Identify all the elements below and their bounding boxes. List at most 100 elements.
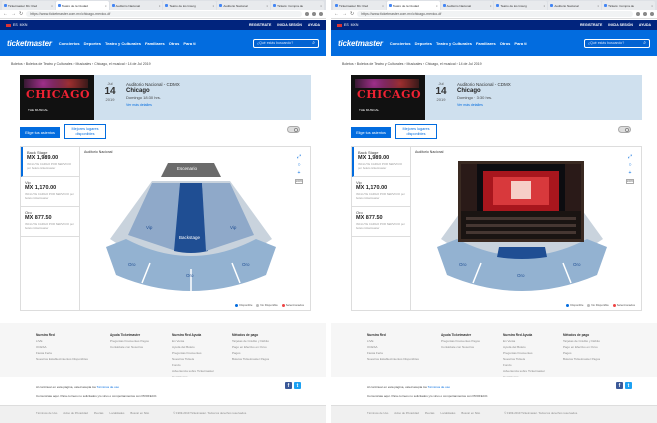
view-toggle[interactable] bbox=[618, 126, 631, 133]
reset-icon[interactable]: ○ bbox=[628, 163, 631, 168]
zoom-in-icon[interactable]: + bbox=[298, 171, 301, 176]
browser-tab[interactable]: Teatro de los Insurg × bbox=[163, 1, 217, 10]
menu-icon[interactable] bbox=[319, 12, 323, 16]
footer-bottom-link[interactable]: Puertas bbox=[94, 411, 104, 415]
footer-link[interactable]: Contáctate con Nosotros bbox=[110, 344, 149, 350]
footer-bottom-link[interactable]: Puertas bbox=[425, 411, 435, 415]
extension-icon[interactable] bbox=[636, 12, 640, 16]
close-icon[interactable]: × bbox=[597, 4, 599, 8]
footer-bottom-link[interactable]: Términos de Uso bbox=[36, 411, 57, 415]
forward-icon[interactable]: → bbox=[11, 11, 16, 17]
footer-link[interactable]: Boletos Ticketmaster Pagos bbox=[563, 356, 600, 362]
close-icon[interactable]: × bbox=[105, 4, 107, 8]
price-item-backstage[interactable]: Back Stage MX 1,989.00 INCLUYE CARGO POR… bbox=[21, 147, 79, 177]
close-icon[interactable]: × bbox=[266, 4, 268, 8]
twitter-icon[interactable]: t bbox=[625, 382, 632, 389]
price-item-oro[interactable]: Oro MX 877.50 INCLUYE CARGO POR SERVICIO… bbox=[352, 207, 410, 237]
menu-conciertos[interactable]: Conciertos bbox=[390, 41, 411, 46]
breadcrumb[interactable]: Boletos › Boletos de Teatro y Culturales… bbox=[11, 62, 151, 66]
footer-bottom-link[interactable]: Aviso de Privacidad bbox=[63, 411, 88, 415]
price-item-oro[interactable]: Oro MX 877.50 INCLUYE CARGO POR SERVICIO… bbox=[21, 207, 79, 237]
browser-tab-active[interactable]: Teatro de la Ciudad × bbox=[55, 1, 109, 10]
menu-deportes[interactable]: Deportes bbox=[415, 41, 432, 46]
help-link[interactable]: AYUDA bbox=[639, 23, 651, 27]
back-icon[interactable]: ← bbox=[3, 11, 8, 17]
help-link[interactable]: AYUDA bbox=[308, 23, 320, 27]
search-input[interactable]: ¿Qué estás buscando? ⌕ bbox=[253, 38, 319, 48]
facebook-icon[interactable]: f bbox=[285, 382, 292, 389]
close-icon[interactable]: × bbox=[320, 4, 322, 8]
view-toggle[interactable] bbox=[287, 126, 300, 133]
menu-deportes[interactable]: Deportes bbox=[84, 41, 101, 46]
more-details-link[interactable]: Ver más detalles bbox=[457, 103, 511, 107]
section-backstage[interactable] bbox=[497, 247, 547, 259]
footer-link[interactable]: Nuestros Establecimientos Disponibles bbox=[36, 356, 88, 362]
back-icon[interactable]: ← bbox=[334, 11, 339, 17]
footer-bottom-link[interactable]: Buscar en Sitio bbox=[130, 411, 149, 415]
address-bar[interactable]: https://www.ticketmaster.com.mx/chicago-… bbox=[26, 11, 302, 17]
search-input[interactable]: ¿Qué estás buscando? ⌕ bbox=[584, 38, 650, 48]
browser-tab[interactable]: Tickets: Compra de × bbox=[602, 1, 655, 10]
zoom-in-icon[interactable]: + bbox=[629, 171, 632, 176]
reload-icon[interactable]: ↻ bbox=[19, 11, 23, 17]
browser-tab[interactable]: Auditorio Nacional × bbox=[109, 1, 163, 10]
close-icon[interactable]: × bbox=[436, 4, 438, 8]
footer-bottom-link[interactable]: Localidades bbox=[109, 411, 124, 415]
forward-icon[interactable]: → bbox=[342, 11, 347, 17]
browser-tab[interactable]: Tickets: Compra de × bbox=[271, 1, 324, 10]
choose-seats-button[interactable]: Elige tus asientos bbox=[351, 127, 391, 138]
menu-otros[interactable]: Otros bbox=[169, 41, 180, 46]
ticketmaster-logo[interactable]: ticketmaster bbox=[7, 39, 52, 48]
login-link[interactable]: INICIA SESIÓN bbox=[608, 23, 633, 27]
browser-tab-active[interactable]: Teatro de la Ciudad × bbox=[386, 1, 440, 10]
reset-icon[interactable]: ○ bbox=[297, 163, 300, 168]
menu-para-ti[interactable]: Para ti bbox=[183, 41, 195, 46]
language-selector[interactable]: ES bbox=[13, 23, 18, 27]
facebook-icon[interactable]: f bbox=[616, 382, 623, 389]
fullscreen-icon[interactable]: ⤢ bbox=[628, 155, 632, 160]
footer-bottom-link[interactable]: Localidades bbox=[440, 411, 455, 415]
twitter-icon[interactable]: t bbox=[294, 382, 301, 389]
best-available-button[interactable]: Mejores lugares disponibles bbox=[64, 124, 106, 139]
menu-teatro[interactable]: Teatro y Culturales bbox=[105, 41, 141, 46]
extension-icon[interactable] bbox=[305, 12, 309, 16]
menu-familiares[interactable]: Familiares bbox=[145, 41, 165, 46]
browser-tab[interactable]: Ticketmaster Mx: Red × bbox=[2, 1, 55, 10]
ticketmaster-logo[interactable]: ticketmaster bbox=[338, 39, 383, 48]
menu-icon[interactable] bbox=[650, 12, 654, 16]
menu-otros[interactable]: Otros bbox=[500, 41, 511, 46]
price-item-vip[interactable]: Vip MX 1,170.00 INCLUYE CARGO POR SERVIC… bbox=[352, 177, 410, 207]
login-link[interactable]: INICIA SESIÓN bbox=[277, 23, 302, 27]
menu-conciertos[interactable]: Conciertos bbox=[59, 41, 80, 46]
footer-bottom-link[interactable]: Buscar en Sitio bbox=[461, 411, 480, 415]
register-link[interactable]: REGISTRATE bbox=[580, 23, 602, 27]
footer-link[interactable]: Boletos Ticketmaster Pagos bbox=[232, 356, 269, 362]
browser-tab[interactable]: Auditorio Nacional × bbox=[217, 1, 271, 10]
best-available-button[interactable]: Mejores lugares disponibles bbox=[395, 124, 437, 139]
extension-icon[interactable] bbox=[312, 12, 316, 16]
more-details-link[interactable]: Ver más detalles bbox=[126, 103, 180, 107]
reload-icon[interactable]: ↻ bbox=[350, 11, 354, 17]
choose-seats-button[interactable]: Elige tus asientos bbox=[20, 127, 60, 138]
currency-selector[interactable]: MXN bbox=[20, 23, 28, 27]
close-icon[interactable]: × bbox=[490, 4, 492, 8]
menu-para-ti[interactable]: Para ti bbox=[514, 41, 526, 46]
close-icon[interactable]: × bbox=[544, 4, 546, 8]
fullscreen-icon[interactable]: ⤢ bbox=[297, 155, 301, 160]
price-item-backstage[interactable]: Back Stage MX 1,989.00 INCLUYE CARGO POR… bbox=[352, 147, 410, 177]
close-icon[interactable]: × bbox=[382, 4, 384, 8]
search-icon[interactable]: ⌕ bbox=[643, 40, 646, 46]
footer-bottom-link[interactable]: Términos de Uso bbox=[367, 411, 388, 415]
footer-link[interactable]: Nuestros Establecimientos Disponibles bbox=[367, 356, 419, 362]
browser-tab[interactable]: Teatro de los Insurg × bbox=[494, 1, 548, 10]
menu-familiares[interactable]: Familiares bbox=[476, 41, 496, 46]
terms-link[interactable]: Términos de uso bbox=[428, 385, 450, 389]
browser-tab[interactable]: Auditorio Nacional × bbox=[548, 1, 602, 10]
breadcrumb[interactable]: Boletos › Boletos de Teatro y Culturales… bbox=[342, 62, 482, 66]
menu-teatro[interactable]: Teatro y Culturales bbox=[436, 41, 472, 46]
close-icon[interactable]: × bbox=[213, 4, 215, 8]
browser-tab[interactable]: Ticketmaster Mx: Red × bbox=[333, 1, 386, 10]
register-link[interactable]: REGISTRATE bbox=[249, 23, 271, 27]
close-icon[interactable]: × bbox=[51, 4, 53, 8]
search-icon[interactable]: ⌕ bbox=[312, 40, 315, 46]
